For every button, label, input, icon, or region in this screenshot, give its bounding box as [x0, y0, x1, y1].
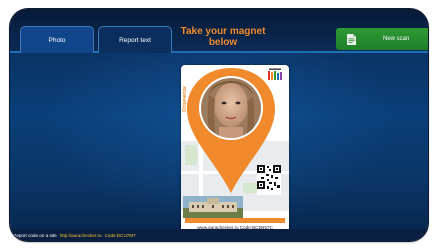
new-scan-button[interactable]: New scan — [336, 28, 428, 50]
document-icon — [347, 33, 356, 45]
footer-code: Code:DCU7M7 — [104, 232, 136, 238]
card-side-text: Отпечаток — [182, 86, 188, 112]
app-window: Photo Report text Take your magnet below… — [10, 9, 428, 241]
qr-code-icon — [257, 165, 281, 195]
card-orange-strip — [185, 218, 285, 223]
footer-bar: Report code on a site http://aurachecker… — [10, 229, 428, 241]
building-photo — [183, 196, 243, 218]
headline-line-2: below — [208, 37, 238, 48]
new-scan-label: New scan — [383, 36, 410, 42]
brand-logo-icon — [267, 68, 283, 80]
instruction-headline: Take your magnet below — [170, 26, 276, 48]
tab-photo-label: Photo — [48, 36, 66, 44]
magnet-preview-card: Отпечаток www.aurachecker.ru Code:BC5N57… — [181, 65, 289, 233]
footer-link[interactable]: http://aurachecker.ru — [60, 233, 102, 238]
tab-photo[interactable]: Photo — [20, 26, 94, 53]
tab-report-text-label: Report text — [119, 36, 151, 44]
headline-line-1: Take your magnet — [180, 26, 266, 37]
tab-report-text[interactable]: Report text — [98, 26, 172, 53]
footer-label: Report code on a site — [13, 232, 57, 238]
